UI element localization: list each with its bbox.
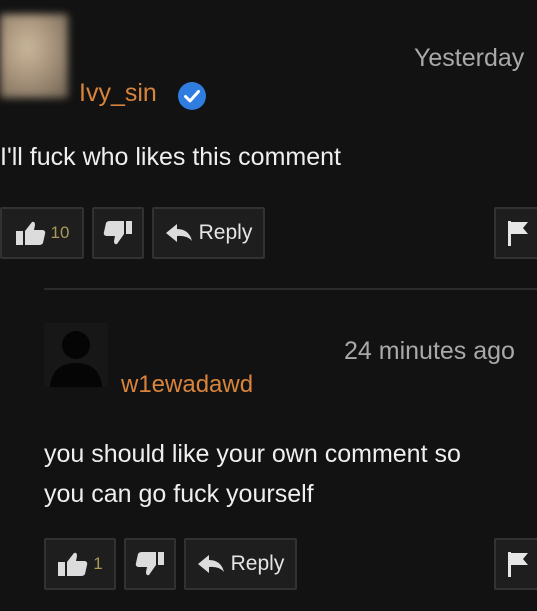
reply-timestamp: 24 minutes ago — [344, 337, 515, 365]
default-avatar-icon[interactable] — [44, 323, 108, 387]
verified-check-icon — [177, 81, 207, 111]
flag-icon — [506, 550, 530, 578]
flag-button[interactable] — [494, 538, 537, 590]
avatar[interactable] — [0, 14, 68, 98]
reply-button[interactable]: Reply — [184, 538, 297, 590]
thumbs-up-icon — [57, 551, 89, 577]
reply-button[interactable]: Reply — [152, 207, 265, 259]
flag-icon — [506, 219, 530, 247]
dislike-button[interactable] — [92, 207, 144, 259]
thumbs-down-icon — [103, 220, 133, 246]
reply-username[interactable]: w1ewadawd — [121, 371, 253, 399]
reply-arrow-icon — [165, 222, 193, 244]
like-count: 1 — [93, 554, 103, 573]
comment-username[interactable]: Ivy_sin — [79, 79, 157, 108]
reply-arrow-icon — [197, 553, 225, 575]
reply-label: Reply — [230, 552, 285, 575]
reply-body-line: you should like your own comment so — [44, 440, 461, 468]
flag-button[interactable] — [494, 207, 537, 259]
like-count: 10 — [50, 223, 70, 242]
thumbs-up-icon — [15, 220, 47, 246]
like-button[interactable]: 10 — [0, 207, 84, 259]
reply-body: you should like your own comment so you … — [44, 434, 534, 514]
comment-timestamp: Yesterday — [414, 44, 525, 72]
reply-label: Reply — [198, 221, 253, 244]
reply-body-line: you can go fuck yourself — [44, 480, 314, 508]
like-button[interactable]: 1 — [44, 538, 116, 590]
thumbs-down-icon — [135, 551, 165, 577]
dislike-button[interactable] — [124, 538, 176, 590]
divider — [44, 288, 537, 290]
comment-body: I'll fuck who likes this comment — [0, 143, 341, 171]
